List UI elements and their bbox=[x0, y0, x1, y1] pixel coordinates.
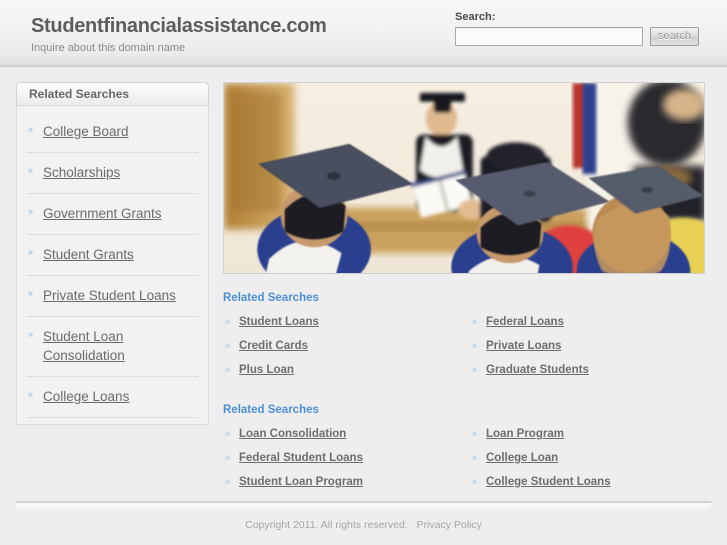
related-search-item[interactable]: » Plus Loan bbox=[223, 362, 464, 377]
related-search-link[interactable]: College Student Loans bbox=[486, 476, 611, 488]
chevron-right-icon: » bbox=[472, 364, 478, 374]
chevron-right-icon: » bbox=[472, 340, 478, 350]
related-search-item[interactable]: » Federal Loans bbox=[470, 314, 705, 329]
chevron-right-icon: » bbox=[472, 428, 478, 438]
chevron-right-icon: » bbox=[28, 165, 34, 175]
sidebar-item-label[interactable]: Private Student Loans bbox=[43, 288, 176, 303]
sidebar-item-label[interactable]: College Loans bbox=[43, 389, 129, 404]
related-search-item[interactable]: » Credit Cards bbox=[223, 338, 464, 353]
related-search-link[interactable]: College Loan bbox=[486, 452, 558, 464]
sidebar: Related Searches » College Board » Schol… bbox=[16, 82, 209, 425]
chevron-right-icon: » bbox=[225, 364, 231, 374]
sidebar-item-government-grants[interactable]: » Government Grants bbox=[27, 194, 198, 235]
chevron-right-icon: » bbox=[472, 452, 478, 462]
chevron-right-icon: » bbox=[28, 206, 34, 216]
page-title: Studentfinancialassistance.com bbox=[31, 15, 327, 37]
related-searches-title: Related Searches bbox=[223, 292, 319, 304]
chevron-right-icon: » bbox=[28, 288, 34, 298]
related-search-link[interactable]: Loan Program bbox=[486, 428, 564, 440]
graduation-photo-illustration bbox=[224, 83, 704, 273]
related-search-link[interactable]: Private Loans bbox=[486, 340, 561, 352]
sidebar-list: » College Board » Scholarships » Governm… bbox=[16, 106, 209, 425]
sidebar-item-label[interactable]: Government Grants bbox=[43, 206, 162, 221]
sidebar-item-private-student-loans[interactable]: » Private Student Loans bbox=[27, 276, 198, 317]
related-search-link[interactable]: Graduate Students bbox=[486, 364, 589, 376]
header-divider bbox=[0, 56, 727, 67]
chevron-right-icon: » bbox=[472, 316, 478, 326]
sidebar-item-scholarships[interactable]: » Scholarships bbox=[27, 153, 198, 194]
main-column: Related Searches » Student Loans » Credi… bbox=[223, 82, 705, 498]
related-search-item[interactable]: » College Loan bbox=[470, 450, 705, 465]
privacy-policy-link[interactable]: Privacy Policy bbox=[417, 519, 482, 531]
content-area: Related Searches » College Board » Schol… bbox=[0, 70, 727, 498]
sidebar-item-label[interactable]: Student Grants bbox=[43, 247, 134, 262]
search-button[interactable]: search bbox=[650, 27, 699, 46]
sidebar-item-student-loan-consolidation[interactable]: » Student Loan Consolidation bbox=[27, 317, 198, 377]
page-subtitle: Inquire about this domain name bbox=[31, 42, 186, 54]
related-search-item[interactable]: » Federal Student Loans bbox=[223, 450, 464, 465]
search-label: Search: bbox=[455, 11, 496, 23]
chevron-right-icon: » bbox=[225, 340, 231, 350]
related-search-item[interactable]: » Student Loans bbox=[223, 314, 464, 329]
sidebar-heading: Related Searches bbox=[16, 82, 209, 106]
related-searches-columns: » Loan Consolidation » Federal Student L… bbox=[223, 426, 705, 498]
search-row: search bbox=[455, 27, 700, 46]
related-search-item[interactable]: » Loan Consolidation bbox=[223, 426, 464, 441]
related-search-link[interactable]: Plus Loan bbox=[239, 364, 294, 376]
chevron-right-icon: » bbox=[225, 452, 231, 462]
sidebar-item-label[interactable]: Scholarships bbox=[43, 165, 120, 180]
brand: Studentfinancialassistance.com Inquire a… bbox=[31, 15, 327, 55]
related-search-item[interactable]: » College Student Loans bbox=[470, 474, 705, 489]
hero-image bbox=[223, 82, 705, 274]
related-searches-column-right: » Federal Loans » Private Loans » Gradua… bbox=[464, 314, 705, 386]
related-searches-columns: » Student Loans » Credit Cards » Plus Lo… bbox=[223, 314, 705, 386]
related-search-item[interactable]: » Loan Program bbox=[470, 426, 705, 441]
search-area: Search: search bbox=[455, 11, 700, 46]
chevron-right-icon: » bbox=[225, 476, 231, 486]
page-root: Studentfinancialassistance.com Inquire a… bbox=[0, 0, 727, 545]
chevron-right-icon: » bbox=[28, 124, 34, 134]
related-search-item[interactable]: » Graduate Students bbox=[470, 362, 705, 377]
chevron-right-icon: » bbox=[225, 316, 231, 326]
related-search-link[interactable]: Federal Loans bbox=[486, 316, 564, 328]
site-footer: Copyright 2011. All rights reserved. Pri… bbox=[0, 501, 727, 545]
related-search-item[interactable]: » Private Loans bbox=[470, 338, 705, 353]
related-search-link[interactable]: Student Loans bbox=[239, 316, 319, 328]
related-searches-column-left: » Student Loans » Credit Cards » Plus Lo… bbox=[223, 314, 464, 386]
related-searches-block-1: Related Searches » Student Loans » Credi… bbox=[223, 292, 705, 386]
related-searches-block-2: Related Searches » Loan Consolidation » … bbox=[223, 404, 705, 498]
search-input[interactable] bbox=[455, 27, 643, 46]
chevron-right-icon: » bbox=[472, 476, 478, 486]
sidebar-item-college-loans[interactable]: » College Loans bbox=[27, 377, 198, 418]
sidebar-item-student-grants[interactable]: » Student Grants bbox=[27, 235, 198, 276]
related-searches-column-left: » Loan Consolidation » Federal Student L… bbox=[223, 426, 464, 498]
footer-text: Copyright 2011. All rights reserved. Pri… bbox=[0, 511, 727, 531]
site-header: Studentfinancialassistance.com Inquire a… bbox=[0, 0, 727, 56]
footer-divider-glow bbox=[16, 503, 711, 511]
related-search-link[interactable]: Credit Cards bbox=[239, 340, 308, 352]
related-search-link[interactable]: Federal Student Loans bbox=[239, 452, 363, 464]
related-search-link[interactable]: Loan Consolidation bbox=[239, 428, 346, 440]
related-searches-column-right: » Loan Program » College Loan » College … bbox=[464, 426, 705, 498]
chevron-right-icon: » bbox=[28, 389, 34, 399]
copyright-text: Copyright 2011. All rights reserved. bbox=[245, 519, 408, 531]
sidebar-item-college-board[interactable]: » College Board bbox=[27, 112, 198, 153]
sidebar-item-label[interactable]: Student Loan Consolidation bbox=[43, 329, 125, 363]
chevron-right-icon: » bbox=[28, 247, 34, 257]
chevron-right-icon: » bbox=[28, 329, 34, 339]
chevron-right-icon: » bbox=[225, 428, 231, 438]
related-search-item[interactable]: » Student Loan Program bbox=[223, 474, 464, 489]
related-search-link[interactable]: Student Loan Program bbox=[239, 476, 363, 488]
related-searches-title: Related Searches bbox=[223, 404, 319, 416]
sidebar-item-label[interactable]: College Board bbox=[43, 124, 129, 139]
